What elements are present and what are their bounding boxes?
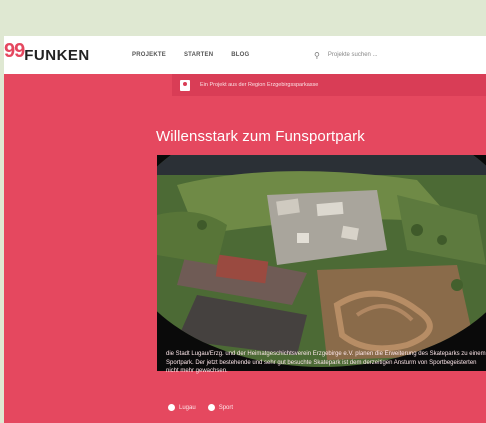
site-header: 99 FUNKEN PROJEKTE STARTEN BLOG ⚲ Projek… [4, 36, 486, 74]
search-input[interactable]: Projekte suchen ... [328, 52, 378, 58]
category-icon [207, 404, 215, 411]
nav-item-blog[interactable]: BLOG [231, 52, 249, 58]
aerial-photo-illustration [157, 155, 486, 371]
logo-word: FUNKEN [24, 46, 90, 64]
location-icon [168, 404, 175, 411]
project-title: Willensstark zum Funsportpark [156, 128, 365, 145]
site-logo[interactable]: 99 FUNKEN [4, 36, 90, 74]
tag-label: Sport [218, 404, 234, 411]
tag-sport[interactable]: Sport [207, 404, 234, 411]
main-nav: PROJEKTE STARTEN BLOG [132, 36, 267, 74]
project-tags: Lugau Sport [168, 404, 245, 411]
region-notice-text: Ein Projekt aus der Region Erzgebirgsspa… [200, 82, 319, 88]
region-banner[interactable]: Ein Projekt aus der Region Erzgebirgsspa… [172, 74, 486, 96]
search-box[interactable]: ⚲ Projekte suchen ... [314, 36, 378, 74]
project-image [157, 155, 486, 371]
nav-item-projekte[interactable]: PROJEKTE [132, 52, 166, 58]
project-description: die Stadt Lugau/Erzg. und der Heimatgesc… [166, 351, 486, 374]
tag-lugau[interactable]: Lugau [168, 404, 196, 411]
tag-label: Lugau [179, 404, 196, 411]
browser-viewport: 99 FUNKEN PROJEKTE STARTEN BLOG ⚲ Projek… [4, 36, 486, 423]
nav-item-starten[interactable]: STARTEN [184, 52, 213, 58]
logo-number: 99 [4, 39, 25, 62]
region-icon [180, 79, 190, 91]
search-icon: ⚲ [314, 50, 320, 60]
